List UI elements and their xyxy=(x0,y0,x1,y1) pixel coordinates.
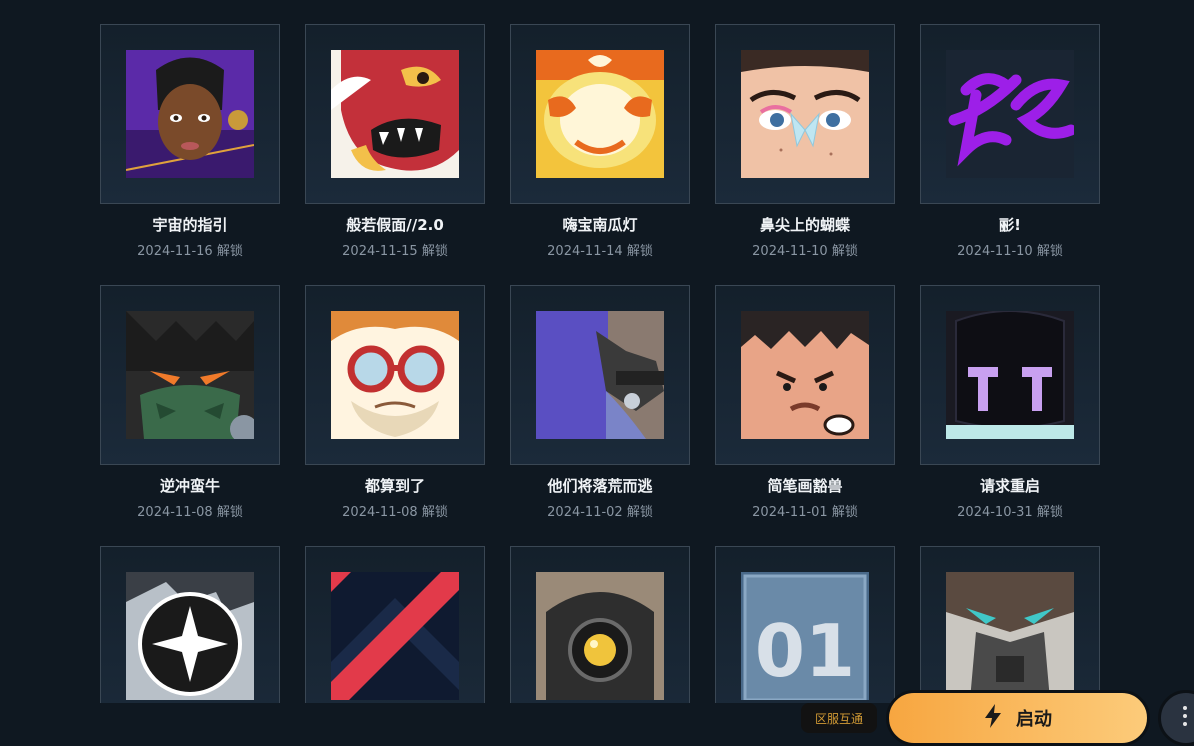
card-art-butterfly-nose xyxy=(741,50,869,178)
card-name: 都算到了 xyxy=(364,477,425,495)
region-badge-label: 区服互通 xyxy=(814,711,863,726)
card-frame xyxy=(920,546,1100,704)
card-unlock-date: 2024-11-01 解锁 xyxy=(752,505,858,520)
card-unlock-date: 2024-11-02 解锁 xyxy=(547,505,653,520)
launch-button[interactable]: 启动 xyxy=(886,690,1150,746)
spray-card[interactable] xyxy=(305,546,485,704)
spray-card[interactable]: 鼻尖上的蝴蝶 2024-11-10 解锁 xyxy=(715,24,895,259)
card-name: 彨! xyxy=(999,216,1021,234)
card-name: 般若假面//2.0 xyxy=(346,216,444,234)
card-frame xyxy=(920,285,1100,465)
card-art-goggle-face xyxy=(331,311,459,439)
card-unlock-date: 2024-11-10 解锁 xyxy=(752,244,858,259)
spray-card[interactable]: 嗨宝南瓜灯 2024-11-14 解锁 xyxy=(510,24,690,259)
card-name: 逆冲蛮牛 xyxy=(159,477,220,495)
card-frame xyxy=(305,285,485,465)
spray-card-grid: 宇宙的指引 2024-11-16 解锁 般若假面//2.0 2024-11-15… xyxy=(100,24,1100,704)
spray-card[interactable] xyxy=(100,546,280,704)
card-art-gun-hand xyxy=(536,311,664,439)
card-art-masked-bull xyxy=(126,311,254,439)
card-unlock-date: 2024-11-14 解锁 xyxy=(547,244,653,259)
card-unlock-date: 2024-11-15 解锁 xyxy=(342,244,448,259)
spray-card[interactable] xyxy=(920,546,1100,704)
card-art-number-tile: 01 xyxy=(741,572,869,700)
card-name: 他们将落荒而逃 xyxy=(547,477,653,495)
card-unlock-date: 2024-11-08 解锁 xyxy=(137,505,243,520)
card-frame xyxy=(100,546,280,704)
card-art-armored-mech xyxy=(946,572,1074,700)
card-unlock-date: 2024-11-16 解锁 xyxy=(137,244,243,259)
spray-card[interactable]: 请求重启 2024-10-31 解锁 xyxy=(920,285,1100,520)
more-dots-icon xyxy=(1183,706,1189,730)
tile-number: 01 xyxy=(755,609,855,693)
card-art-red-stripe xyxy=(331,572,459,700)
card-art-doodle-beast xyxy=(741,311,869,439)
lightning-icon xyxy=(984,703,1002,733)
card-art-pumpkin xyxy=(536,50,664,178)
card-frame: 01 xyxy=(715,546,895,704)
spray-card[interactable]: 逆冲蛮牛 2024-11-08 解锁 xyxy=(100,285,280,520)
card-art-robot-reboot xyxy=(946,311,1074,439)
card-frame xyxy=(510,285,690,465)
spray-card[interactable]: 01 xyxy=(715,546,895,704)
card-art-purple-glyph xyxy=(946,50,1074,178)
card-frame xyxy=(100,285,280,465)
card-frame xyxy=(715,285,895,465)
card-art-camera-bot xyxy=(536,572,664,700)
card-frame xyxy=(305,24,485,204)
card-art-cosmic-guide xyxy=(126,50,254,178)
card-unlock-date: 2024-11-10 解锁 xyxy=(957,244,1063,259)
card-frame xyxy=(305,546,485,704)
card-frame xyxy=(510,24,690,204)
spray-card[interactable]: 都算到了 2024-11-08 解锁 xyxy=(305,285,485,520)
card-frame xyxy=(100,24,280,204)
launch-label: 启动 xyxy=(1016,709,1052,730)
spray-card[interactable]: 他们将落荒而逃 2024-11-02 解锁 xyxy=(510,285,690,520)
card-name: 简笔画豁兽 xyxy=(767,477,843,495)
spray-card[interactable]: 简笔画豁兽 2024-11-01 解锁 xyxy=(715,285,895,520)
card-art-star-orb xyxy=(126,572,254,700)
card-frame xyxy=(715,24,895,204)
card-frame xyxy=(510,546,690,704)
spray-card[interactable] xyxy=(510,546,690,704)
spray-card[interactable]: 宇宙的指引 2024-11-16 解锁 xyxy=(100,24,280,259)
card-frame xyxy=(920,24,1100,204)
card-name: 嗨宝南瓜灯 xyxy=(562,216,638,234)
card-name: 宇宙的指引 xyxy=(152,216,228,234)
region-interop-badge: 区服互通 xyxy=(801,703,877,733)
card-unlock-date: 2024-10-31 解锁 xyxy=(957,505,1063,520)
spray-card[interactable]: 彨! 2024-11-10 解锁 xyxy=(920,24,1100,259)
card-name: 鼻尖上的蝴蝶 xyxy=(759,216,850,234)
spray-card[interactable]: 般若假面//2.0 2024-11-15 解锁 xyxy=(305,24,485,259)
card-unlock-date: 2024-11-08 解锁 xyxy=(342,505,448,520)
card-art-hannya-mask xyxy=(331,50,459,178)
card-name: 请求重启 xyxy=(979,477,1040,495)
